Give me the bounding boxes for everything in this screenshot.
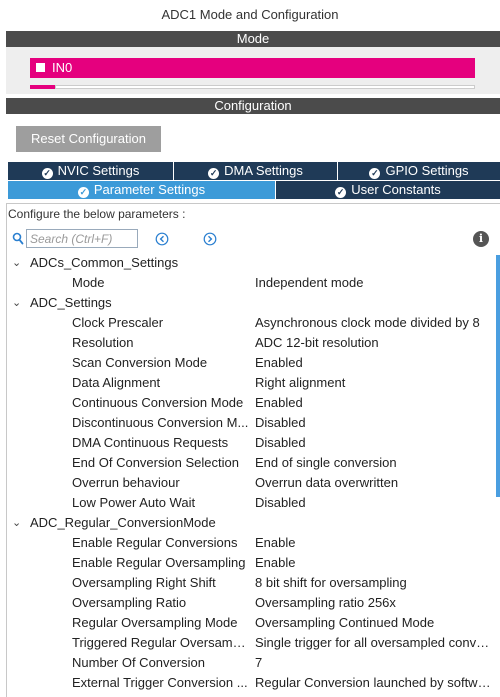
parameter-value[interactable]: Independent mode — [255, 273, 495, 293]
tab-label: NVIC Settings — [57, 163, 140, 178]
parameter-row[interactable]: Oversampling Ratio Oversampling ratio 256… — [6, 593, 496, 613]
parameter-value[interactable]: Regular Conversion launched by softwa... — [255, 673, 495, 693]
parameter-value[interactable]: Oversampling ratio 256x — [255, 593, 495, 613]
parameter-name: Regular Oversampling Mode — [72, 615, 238, 630]
parameter-row[interactable]: Resolution ADC 12-bit resolution — [6, 333, 496, 353]
configure-instructions: Configure the below parameters : — [8, 207, 186, 221]
parameter-row[interactable]: DMA Continuous Requests Disabled — [6, 433, 496, 453]
check-circle-icon: ✓ — [77, 187, 89, 198]
search-input[interactable] — [26, 229, 138, 248]
search-next-button[interactable] — [203, 232, 217, 246]
tree-group[interactable]: ⌄ ADC_Settings — [6, 293, 496, 313]
parameter-value[interactable]: Oversampling Continued Mode — [255, 613, 495, 633]
mode-panel: IN0 — [6, 47, 500, 94]
check-circle-icon: ✓ — [208, 168, 220, 179]
tab-label: GPIO Settings — [385, 163, 469, 178]
parameter-value[interactable]: Disabled — [255, 413, 495, 433]
tree-group-label: ADC_Settings — [30, 295, 112, 310]
search-icon — [12, 232, 24, 245]
parameter-value[interactable]: Disabled — [255, 433, 495, 453]
parameter-name: Clock Prescaler — [72, 315, 164, 330]
parameter-name: Oversampling Ratio — [72, 595, 187, 610]
channel-next-row-marker — [30, 85, 55, 89]
channel-checkbox[interactable] — [36, 63, 45, 72]
parameter-row[interactable]: Data Alignment Right alignment — [6, 373, 496, 393]
check-circle-icon: ✓ — [369, 168, 381, 179]
parameter-value[interactable]: 7 — [255, 653, 495, 673]
parameter-row[interactable]: Oversampling Right Shift 8 bit shift for … — [6, 573, 496, 593]
mode-header: Mode — [6, 31, 500, 47]
parameter-name: Mode — [72, 275, 105, 290]
parameter-value[interactable]: 8 bit shift for oversampling — [255, 573, 495, 593]
channel-in0-row[interactable]: IN0 — [30, 58, 475, 78]
tab-nvic-settings[interactable]: ✓ NVIC Settings — [8, 162, 174, 180]
parameter-value[interactable]: ADC 12-bit resolution — [255, 333, 495, 353]
parameter-name: DMA Continuous Requests — [72, 435, 229, 450]
tab-label: User Constants — [351, 182, 441, 197]
parameter-row[interactable]: External Trigger Conversion ... Regular C… — [6, 673, 496, 693]
parameter-name: Continuous Conversion Mode — [72, 395, 244, 410]
reset-configuration-button[interactable]: Reset Configuration — [16, 126, 161, 152]
tab-parameter-settings[interactable]: ✓ Parameter Settings — [8, 181, 276, 199]
tree-group[interactable]: ⌄ ADCs_Common_Settings — [6, 253, 496, 273]
parameter-name: Low Power Auto Wait — [72, 495, 196, 510]
parameter-name: Discontinuous Conversion M... — [72, 415, 249, 430]
parameter-name: Triggered Regular Oversampl... — [72, 635, 250, 650]
tree-group-label: ADC_Regular_ConversionMode — [30, 515, 216, 530]
parameter-name: End Of Conversion Selection — [72, 455, 239, 470]
chevron-down-icon[interactable]: ⌄ — [12, 293, 22, 313]
parameter-name: Oversampling Right Shift — [72, 575, 216, 590]
channel-label: IN0 — [52, 60, 73, 75]
parameter-name: Scan Conversion Mode — [72, 355, 208, 370]
chevron-down-icon[interactable]: ⌄ — [12, 513, 22, 533]
parameter-value[interactable]: Single trigger for all oversampled conve… — [255, 633, 495, 653]
window-title: ADC1 Mode and Configuration — [161, 7, 339, 22]
parameter-row[interactable]: Continuous Conversion Mode Enabled — [6, 393, 496, 413]
parameter-name: Data Alignment — [72, 375, 161, 390]
tree-group[interactable]: ⌄ ADC_Regular_ConversionMode — [6, 513, 496, 533]
parameter-value[interactable]: Enable — [255, 553, 495, 573]
parameter-row[interactable]: Enable Regular Oversampling Enable — [6, 553, 496, 573]
parameter-row[interactable]: Enable Regular Conversions Enable — [6, 533, 496, 553]
parameter-row[interactable]: Number Of Conversion 7 — [6, 653, 496, 673]
parameter-name: Enable Regular Conversions — [72, 535, 238, 550]
info-icon[interactable]: i — [473, 231, 489, 247]
configuration-header: Configuration — [6, 98, 500, 114]
tab-dma-settings[interactable]: ✓ DMA Settings — [174, 162, 338, 180]
parameter-value[interactable]: Asynchronous clock mode divided by 8 — [255, 313, 495, 333]
tab-gpio-settings[interactable]: ✓ GPIO Settings — [338, 162, 500, 180]
search-previous-button[interactable] — [155, 232, 169, 246]
parameter-value[interactable]: Enable — [255, 533, 495, 553]
tab-label: Parameter Settings — [93, 182, 206, 197]
check-circle-icon: ✓ — [335, 187, 347, 198]
check-circle-icon: ✓ — [41, 168, 53, 179]
parameter-row[interactable]: Scan Conversion Mode Enabled — [6, 353, 496, 373]
scrollbar[interactable] — [496, 255, 500, 497]
parameter-row[interactable]: Regular Oversampling Mode Oversampling Co… — [6, 613, 496, 633]
parameter-row[interactable]: Clock Prescaler Asynchronous clock mode d… — [6, 313, 496, 333]
parameter-value[interactable]: Enabled — [255, 353, 495, 373]
parameter-row[interactable]: Triggered Regular Oversampl... Single tri… — [6, 633, 496, 653]
parameter-name: External Trigger Conversion ... — [72, 675, 248, 690]
chevron-down-icon[interactable]: ⌄ — [12, 253, 22, 273]
parameter-row[interactable]: Overrun behaviour Overrun data overwritte… — [6, 473, 496, 493]
parameter-name: Resolution — [72, 335, 134, 350]
tree-group-label: ADCs_Common_Settings — [30, 255, 179, 270]
parameter-value[interactable]: End of single conversion — [255, 453, 495, 473]
parameter-row[interactable]: Discontinuous Conversion M... Disabled — [6, 413, 496, 433]
parameter-name: Enable Regular Oversampling — [72, 555, 246, 570]
parameter-value[interactable]: Right alignment — [255, 373, 495, 393]
parameter-name: Overrun behaviour — [72, 475, 180, 490]
parameter-tree: ⌄ ADCs_Common_Settings Mode Independent mod… — [6, 253, 496, 693]
tab-label: DMA Settings — [224, 163, 303, 178]
parameter-value[interactable]: Overrun data overwritten — [255, 473, 495, 493]
parameter-row[interactable]: Mode Independent mode — [6, 273, 496, 293]
channel-next-row-field[interactable] — [55, 85, 475, 89]
parameter-value[interactable]: Enabled — [255, 393, 495, 413]
tab-user-constants[interactable]: ✓ User Constants — [276, 181, 500, 199]
parameter-row[interactable]: End Of Conversion Selection End of single… — [6, 453, 496, 473]
parameter-name: Number Of Conversion — [72, 655, 205, 670]
parameter-value[interactable]: Disabled — [255, 493, 495, 513]
parameter-row[interactable]: Low Power Auto Wait Disabled — [6, 493, 496, 513]
